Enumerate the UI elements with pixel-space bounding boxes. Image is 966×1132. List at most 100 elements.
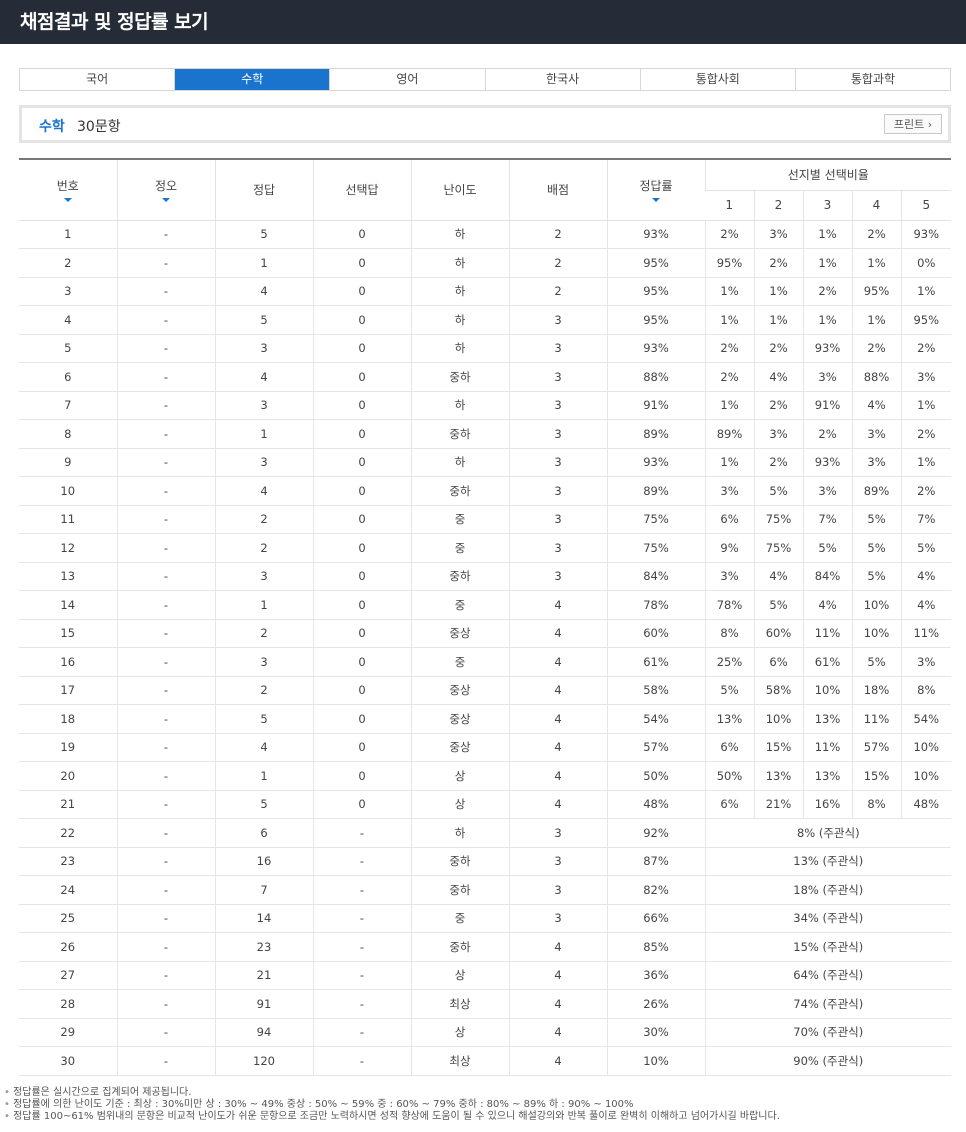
tab-6[interactable]: 통합과학	[794, 69, 950, 90]
sort-down-icon[interactable]	[652, 198, 660, 203]
cell-correct-wrong: -	[116, 391, 215, 420]
cell-number: 15	[19, 619, 117, 648]
sort-down-icon[interactable]	[63, 198, 72, 203]
cell-points: 3	[508, 419, 607, 449]
cell-choice-1: 50%	[704, 761, 754, 791]
cell-points: 4	[508, 961, 607, 990]
cell-answer: 5	[214, 305, 313, 335]
cell-choice-4: 5%	[851, 533, 901, 563]
cell-answer: 4	[214, 733, 313, 762]
cell-number: 18	[19, 704, 117, 734]
col-points-header: 배점	[508, 158, 607, 221]
cell-rate: 50%	[606, 761, 705, 791]
cell-subjective-ratio: 15% (주관식)	[704, 932, 952, 962]
cell-choice-3: 1%	[802, 220, 852, 249]
choice-header-4: 4	[851, 190, 901, 221]
cell-choice-1: 6%	[704, 790, 754, 819]
cell-difficulty: 중	[410, 647, 509, 677]
cell-correct-wrong: -	[116, 220, 215, 249]
table-row: 8-1 0 중하 3 89% 89% 3% 2% 3% 2%	[19, 419, 952, 449]
cell-points: 3	[508, 305, 607, 335]
cell-points: 4	[508, 932, 607, 962]
cell-choice-4: 95%	[851, 277, 901, 306]
cell-choice-5: 1%	[900, 391, 952, 420]
cell-selected: 0	[312, 647, 411, 677]
table-row: 21-5 0 상 4 48% 6% 21% 16% 8% 48%	[19, 790, 952, 819]
cell-difficulty: 중	[410, 505, 509, 534]
cell-answer: 3	[214, 334, 313, 363]
cell-difficulty: 중상	[410, 619, 509, 648]
cell-points: 3	[508, 476, 607, 506]
cell-selected: -	[312, 1018, 411, 1047]
table-row: 18-5 0 중상 4 54% 13% 10% 13% 11% 54%	[19, 704, 952, 734]
cell-difficulty: 하	[410, 448, 509, 477]
cell-difficulty: 상	[410, 790, 509, 819]
cell-rate: 75%	[606, 533, 705, 563]
cell-difficulty: 중	[410, 590, 509, 620]
tab-3[interactable]: 영어	[329, 69, 484, 90]
cell-number: 27	[19, 961, 117, 990]
cell-choice-4: 1%	[851, 305, 901, 335]
cell-correct-wrong: -	[116, 419, 215, 449]
cell-choice-4: 15%	[851, 761, 901, 791]
cell-answer: 5	[214, 790, 313, 819]
cell-choice-5: 10%	[900, 733, 952, 762]
cell-difficulty: 중하	[410, 476, 509, 506]
cell-answer: 3	[214, 391, 313, 420]
cell-choice-5: 7%	[900, 505, 952, 534]
cell-rate: 61%	[606, 647, 705, 677]
cell-choice-4: 18%	[851, 676, 901, 705]
col-rate-header[interactable]: 정답률	[606, 158, 705, 221]
cell-choice-5: 8%	[900, 676, 952, 705]
cell-selected: 0	[312, 220, 411, 249]
tab-2[interactable]: 수학	[174, 69, 330, 90]
cell-choice-1: 5%	[704, 676, 754, 705]
subject-summary: 수학 30문항 프린트 ›	[19, 105, 951, 143]
cell-rate: 93%	[606, 334, 705, 363]
cell-choice-3: 10%	[802, 676, 852, 705]
note-line: 정답률에 의한 난이도 기준 : 최상 : 30%미만 상 : 30% ~ 49…	[4, 1099, 780, 1111]
cell-rate: 82%	[606, 875, 705, 905]
cell-answer: 3	[214, 647, 313, 677]
cell-choice-1: 1%	[704, 391, 754, 420]
cell-choice-2: 5%	[753, 476, 803, 506]
cell-choice-5: 11%	[900, 619, 952, 648]
cell-difficulty: 하	[410, 305, 509, 335]
cell-selected: -	[312, 847, 411, 876]
cell-selected: 0	[312, 362, 411, 392]
cell-choice-1: 1%	[704, 448, 754, 477]
cell-subjective-ratio: 64% (주관식)	[704, 961, 952, 990]
sort-down-icon[interactable]	[162, 198, 170, 203]
cell-correct-wrong: -	[116, 562, 215, 591]
choice-header-2: 2	[753, 190, 803, 221]
cell-choice-4: 5%	[851, 505, 901, 534]
col-choice-ratio-header: 선지별 선택비율	[704, 158, 952, 191]
cell-selected: -	[312, 961, 411, 990]
cell-points: 2	[508, 248, 607, 278]
table-row: 11-2 0 중 3 75% 6% 75% 7% 5% 7%	[19, 505, 952, 534]
cell-selected: 0	[312, 676, 411, 705]
tab-1[interactable]: 국어	[20, 69, 174, 90]
col-number-header[interactable]: 번호	[19, 158, 117, 221]
cell-difficulty: 중상	[410, 676, 509, 705]
cell-choice-5: 1%	[900, 448, 952, 477]
cell-choice-3: 1%	[802, 305, 852, 335]
col-correct-wrong-header[interactable]: 정오	[116, 158, 215, 221]
cell-choice-1: 3%	[704, 562, 754, 591]
cell-number: 30	[19, 1046, 117, 1076]
cell-answer: 16	[214, 847, 313, 876]
cell-points: 2	[508, 277, 607, 306]
cell-rate: 95%	[606, 248, 705, 278]
cell-difficulty: 하	[410, 248, 509, 278]
cell-choice-4: 89%	[851, 476, 901, 506]
tab-4[interactable]: 한국사	[484, 69, 640, 90]
cell-choice-2: 2%	[753, 448, 803, 477]
cell-choice-1: 8%	[704, 619, 754, 648]
cell-subjective-ratio: 18% (주관식)	[704, 875, 952, 905]
cell-rate: 48%	[606, 790, 705, 819]
table-row: 17-2 0 중상 4 58% 5% 58% 10% 18% 8%	[19, 676, 952, 705]
table-row: 5-3 0 하 3 93% 2% 2% 93% 2% 2%	[19, 334, 952, 363]
print-button[interactable]: 프린트 ›	[884, 114, 942, 134]
tab-5[interactable]: 통합사회	[639, 69, 795, 90]
cell-rate: 93%	[606, 220, 705, 249]
